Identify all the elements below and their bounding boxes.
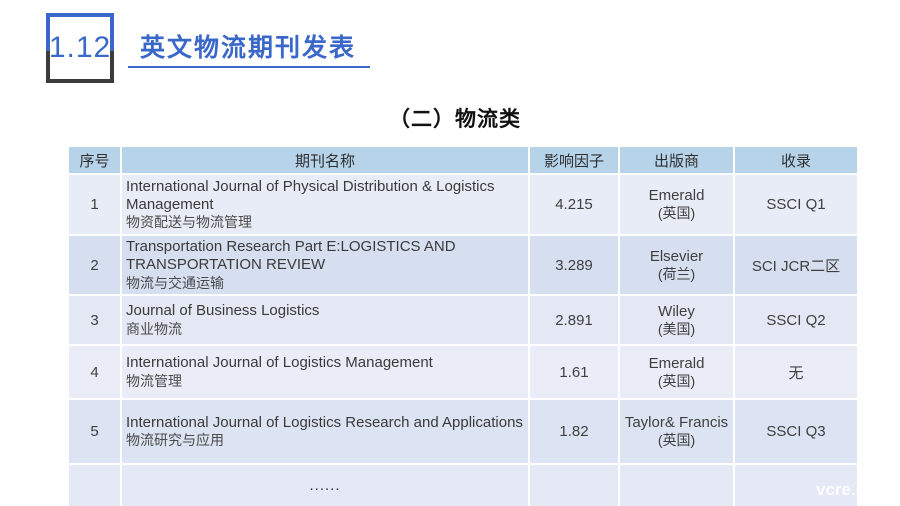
publisher-country: (英国) xyxy=(624,205,729,222)
title-underline xyxy=(128,66,370,68)
publisher-cell: Taylor& Francis (英国) xyxy=(619,399,734,464)
publisher-country: (英国) xyxy=(624,373,729,390)
impact-factor: 4.215 xyxy=(529,174,619,235)
page-title: 英文物流期刊发表 xyxy=(140,28,356,64)
row-no: 2 xyxy=(68,235,121,295)
row-no: 1 xyxy=(68,174,121,235)
publisher-cell: Emerald (英国) xyxy=(619,174,734,235)
publisher-country: (英国) xyxy=(624,432,729,449)
header-no: 序号 xyxy=(68,146,121,174)
impact-factor: 2.891 xyxy=(529,295,619,345)
empty-cell xyxy=(619,464,734,506)
row-no: 4 xyxy=(68,345,121,399)
journal-name-cn: 物资配送与物流管理 xyxy=(126,214,524,231)
journal-name-cn: 物流与交通运输 xyxy=(126,275,524,292)
row-no: 5 xyxy=(68,399,121,464)
slide: 1.12 英文物流期刊发表 （二）物流类 序号 期刊名称 影响因子 出版商 收录… xyxy=(0,0,900,506)
table-row: 1 International Journal of Physical Dist… xyxy=(68,174,858,235)
indexing: 无 xyxy=(734,345,858,399)
table-row-ellipsis: ...... xyxy=(68,464,858,506)
table-row: 5 International Journal of Logistics Res… xyxy=(68,399,858,464)
publisher-cell: Emerald (英国) xyxy=(619,345,734,399)
journal-name-en: International Journal of Logistics Resea… xyxy=(126,414,524,432)
journals-table: 序号 期刊名称 影响因子 出版商 收录 1 International Jour… xyxy=(67,145,859,506)
ellipsis-cell: ...... xyxy=(121,464,529,506)
journal-name-cell: International Journal of Physical Distri… xyxy=(121,174,529,235)
empty-cell xyxy=(529,464,619,506)
journal-name-cell: Transportation Research Part E:LOGISTICS… xyxy=(121,235,529,295)
section-number-badge-inner: 1.12 xyxy=(50,17,110,79)
publisher-name: Elsevier xyxy=(624,248,729,266)
journal-name-cell: Journal of Business Logistics 商业物流 xyxy=(121,295,529,345)
impact-factor: 1.61 xyxy=(529,345,619,399)
section-number: 1.12 xyxy=(49,31,111,65)
header-publisher: 出版商 xyxy=(619,146,734,174)
section-number-badge: 1.12 xyxy=(46,13,114,83)
table-row: 2 Transportation Research Part E:LOGISTI… xyxy=(68,235,858,295)
header-journal-name: 期刊名称 xyxy=(121,146,529,174)
table-header-row: 序号 期刊名称 影响因子 出版商 收录 xyxy=(68,146,858,174)
publisher-name: Emerald xyxy=(624,355,729,373)
header-indexing: 收录 xyxy=(734,146,858,174)
page-subtitle: （二）物流类 xyxy=(0,103,900,133)
journal-name-en: International Journal of Logistics Manag… xyxy=(126,354,524,372)
publisher-country: (美国) xyxy=(624,321,729,338)
journal-name-cn: 物流研究与应用 xyxy=(126,432,524,449)
impact-factor: 1.82 xyxy=(529,399,619,464)
row-no: 3 xyxy=(68,295,121,345)
publisher-name: Taylor& Francis xyxy=(624,414,729,432)
impact-factor: 3.289 xyxy=(529,235,619,295)
journal-name-en: International Journal of Physical Distri… xyxy=(126,178,524,215)
publisher-country: (荷兰) xyxy=(624,266,729,283)
watermark: vcre.com xyxy=(816,480,891,500)
journal-name-cn: 物流管理 xyxy=(126,373,524,390)
table-row: 4 International Journal of Logistics Man… xyxy=(68,345,858,399)
journal-name-cn: 商业物流 xyxy=(126,321,524,338)
publisher-cell: Elsevier (荷兰) xyxy=(619,235,734,295)
publisher-name: Wiley xyxy=(624,303,729,321)
journal-name-cell: International Journal of Logistics Manag… xyxy=(121,345,529,399)
journal-name-en: Transportation Research Part E:LOGISTICS… xyxy=(126,238,524,275)
header-impact-factor: 影响因子 xyxy=(529,146,619,174)
journal-name-en: Journal of Business Logistics xyxy=(126,302,524,320)
publisher-cell: Wiley (美国) xyxy=(619,295,734,345)
indexing: SSCI Q3 xyxy=(734,399,858,464)
journal-name-cell: International Journal of Logistics Resea… xyxy=(121,399,529,464)
row-no-empty xyxy=(68,464,121,506)
table-row: 3 Journal of Business Logistics 商业物流 2.8… xyxy=(68,295,858,345)
indexing: SSCI Q2 xyxy=(734,295,858,345)
indexing: SSCI Q1 xyxy=(734,174,858,235)
publisher-name: Emerald xyxy=(624,187,729,205)
indexing: SCI JCR二区 xyxy=(734,235,858,295)
